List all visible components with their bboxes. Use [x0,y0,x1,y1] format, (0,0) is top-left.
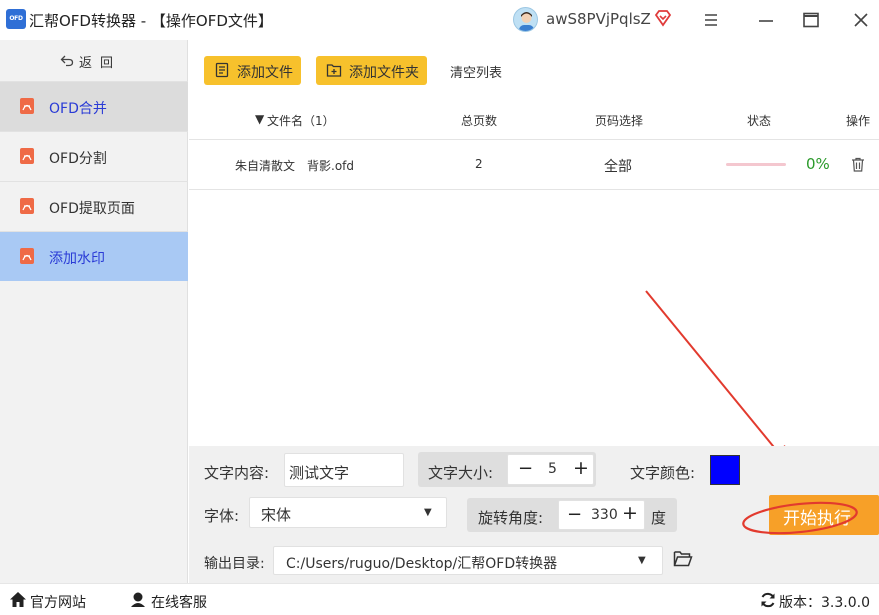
rotation-label: 旋转角度: [478,509,544,527]
window-title: 汇帮OFD转换器 - 【操作OFD文件】 [29,12,273,30]
home-icon[interactable] [9,591,27,608]
maximize-icon[interactable] [801,10,821,30]
official-website-link[interactable]: 官方网站 [30,592,86,612]
text-content-value: 测试文字 [289,464,350,482]
sidebar-item-label: OFD合并 [49,101,107,117]
clear-list-button[interactable]: 清空列表 [450,62,502,81]
sidebar-item-ofd-merge[interactable]: OFD合并 [0,81,188,131]
close-icon[interactable] [851,10,871,30]
rotation-unit: 度 [651,509,667,527]
progress-bar [726,163,786,166]
rotation-stepper[interactable]: − 330 + [558,500,645,530]
sidebar-item-label: OFD提取页面 [49,201,135,217]
username[interactable]: awS8PVjPqlsZ [546,10,651,28]
add-folder-icon [326,64,342,77]
back-arrow-icon [60,55,74,67]
app-logo: OFD [6,9,26,29]
sidebar-item-ofd-extract[interactable]: OFD提取页面 [0,181,188,231]
add-folder-button[interactable]: 添加文件夹 [316,56,427,85]
text-color-swatch[interactable] [710,455,740,485]
column-header-status: 状态 [747,114,772,128]
sidebar-item-ofd-split[interactable]: OFD分割 [0,131,188,181]
rotation-value: 330 [591,507,618,523]
decrement-icon[interactable]: − [518,458,533,479]
font-size-label: 文字大小: [428,464,494,482]
increment-icon[interactable]: + [622,502,638,524]
add-file-label: 添加文件 [237,65,293,81]
progress-percent: 0% [806,155,830,173]
add-file-button[interactable]: 添加文件 [204,56,301,85]
chevron-down-icon: ▼ [424,507,432,518]
folder-open-icon[interactable] [673,550,693,568]
add-file-icon [215,62,229,78]
menu-icon[interactable] [701,10,721,30]
add-folder-label: 添加文件夹 [349,65,419,81]
row-page-select[interactable]: 全部 [604,156,632,176]
font-select[interactable]: 宋体 ▼ [249,497,447,528]
output-dir-label: 输出目录: [204,556,265,572]
font-size-stepper[interactable]: − 5 + [507,454,594,485]
output-dir-path: C:/Users/ruguo/Desktop/汇帮OFD转换器 [286,556,558,572]
pdf-icon [20,148,34,164]
vip-diamond-icon[interactable] [654,9,672,27]
sidebar-item-label: 添加水印 [49,251,105,267]
font-label: 字体: [204,507,240,525]
refresh-icon[interactable] [760,592,776,608]
pdf-icon [20,98,34,114]
text-content-input[interactable]: 测试文字 [284,453,404,487]
column-header-page-select: 页码选择 [595,114,644,128]
increment-icon[interactable]: + [573,457,589,479]
font-size-value: 5 [548,461,557,477]
decrement-icon[interactable]: − [567,504,582,525]
table-row[interactable]: 朱自清散文 背影.ofd 2 全部 0% [189,140,879,190]
chevron-down-icon: ▼ [638,555,646,566]
column-header-action: 操作 [846,114,871,128]
version-label: 版本：3.3.0.0 [779,595,870,611]
text-color-label: 文字颜色: [630,464,696,482]
avatar[interactable] [513,7,538,32]
sidebar-item-add-watermark[interactable]: 添加水印 [0,231,188,281]
table-header: ▼ 文件名（1） 总页数 页码选择 状态 操作 [189,100,879,140]
back-label: 返回 [79,56,122,71]
delete-icon[interactable] [851,157,865,172]
row-filename: 朱自清散文 背影.ofd [235,159,354,173]
online-support-link[interactable]: 在线客服 [151,592,207,612]
annotation-ellipse [742,501,858,535]
pdf-icon [20,198,34,214]
font-value: 宋体 [261,506,292,524]
back-button[interactable]: 返回 [0,40,188,80]
status-bar: 官方网站 在线客服 版本：3.3.0.0 [0,583,879,615]
sidebar-item-label: OFD分割 [49,151,107,167]
column-header-pages: 总页数 [461,114,498,128]
sort-desc-icon[interactable]: ▼ [255,112,264,126]
row-pages: 2 [475,157,483,171]
pdf-icon [20,248,34,264]
minimize-icon[interactable] [756,10,776,30]
output-dir-select[interactable]: C:/Users/ruguo/Desktop/汇帮OFD转换器 ▼ [273,546,663,575]
text-content-label: 文字内容: [204,464,270,482]
customer-service-icon[interactable] [130,591,146,608]
column-header-filename[interactable]: 文件名（1） [267,112,335,129]
